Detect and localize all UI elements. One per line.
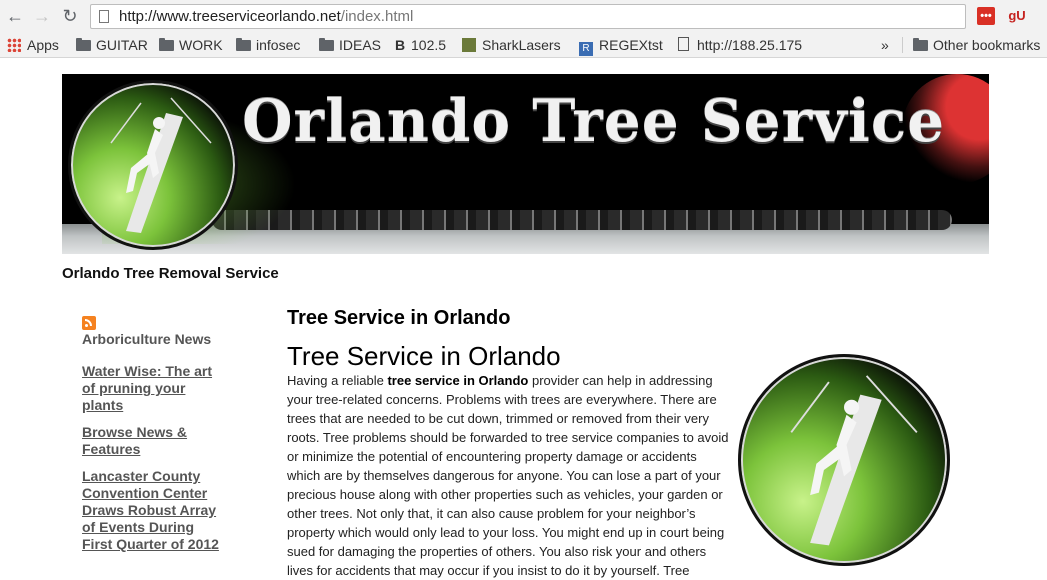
news-link[interactable]: Lancaster County Convention Center Draws… bbox=[82, 468, 222, 553]
back-arrow-icon[interactable]: ← bbox=[4, 5, 26, 27]
page-icon bbox=[99, 10, 109, 23]
r-icon: R bbox=[579, 42, 593, 56]
news-link[interactable]: Browse News & Features bbox=[82, 424, 222, 458]
bookmark-apps[interactable]: Apps bbox=[7, 36, 59, 54]
tree-climber-logo bbox=[68, 80, 238, 250]
bookmark-label: WORK bbox=[179, 37, 223, 53]
section-title: Tree Service in Orlando bbox=[287, 307, 511, 329]
tree-climber-silhouette-icon bbox=[110, 97, 212, 233]
extension-dots-icon[interactable]: ••• bbox=[977, 7, 995, 25]
bookmark-work[interactable]: WORK bbox=[159, 36, 223, 54]
rss-icon[interactable] bbox=[82, 316, 96, 330]
bookmarks-overflow[interactable]: » bbox=[881, 36, 889, 54]
browser-toolbar: ← → ↻ http://www.treeserviceorlando.net/… bbox=[0, 0, 1047, 33]
banner-title: Orlando Tree Service bbox=[242, 87, 946, 155]
bookmark-label: IDEAS bbox=[339, 37, 382, 53]
url-host: http://www.treeserviceorlando.net bbox=[119, 8, 341, 25]
paragraph-keyword: tree service in Orlando bbox=[387, 373, 529, 388]
url-text: http://www.treeserviceorlando.net/index.… bbox=[119, 8, 413, 25]
site-banner[interactable]: Orlando Tree Service bbox=[62, 74, 989, 254]
bookmark-label: REGEXtst bbox=[599, 37, 663, 53]
bookmark-label: http://188.25.175 bbox=[697, 37, 803, 53]
bookmark-ip-link[interactable]: http://188.25.175 bbox=[678, 36, 815, 54]
bookmark-label: Apps bbox=[27, 37, 59, 53]
bookmark-infosec[interactable]: infosec bbox=[236, 36, 300, 54]
folder-icon bbox=[913, 38, 928, 51]
article-paragraph: Having a reliable tree service in Orland… bbox=[287, 371, 733, 580]
bookmark-regextst[interactable]: R REGEXtst bbox=[579, 36, 663, 56]
article-logo-image bbox=[738, 354, 950, 566]
tree-climber-silhouette-icon bbox=[790, 375, 918, 546]
bookmark-label: Other bookmarks bbox=[933, 37, 1041, 53]
folder-icon bbox=[159, 38, 174, 51]
paragraph-rest: provider can help in addressing your tre… bbox=[287, 373, 729, 578]
bookmark-label: GUITAR bbox=[96, 37, 148, 53]
bookmark-ideas[interactable]: IDEAS bbox=[319, 36, 381, 54]
bookmark-label: SharkLasers bbox=[482, 37, 561, 53]
url-path: /index.html bbox=[340, 8, 414, 25]
bookmark-divider bbox=[902, 37, 903, 53]
bookmark-1025[interactable]: B 102.5 bbox=[395, 36, 446, 54]
sharklasers-icon bbox=[462, 38, 476, 52]
folder-icon bbox=[319, 38, 334, 51]
b-icon: B bbox=[395, 37, 406, 53]
bookmark-label: infosec bbox=[256, 37, 301, 53]
paragraph-start: Having a reliable bbox=[287, 373, 388, 388]
bookmarks-bar: Apps GUITAR WORK infosec IDEAS B 102.5 Sh… bbox=[0, 33, 1047, 58]
forward-arrow-icon[interactable]: → bbox=[31, 5, 53, 27]
news-link[interactable]: Water Wise: The art of pruning your plan… bbox=[82, 363, 222, 414]
site-tagline: Orlando Tree Removal Service bbox=[62, 265, 279, 282]
bookmark-guitar[interactable]: GUITAR bbox=[76, 36, 148, 54]
apps-grid-icon bbox=[7, 38, 21, 52]
address-bar[interactable]: http://www.treeserviceorlando.net/index.… bbox=[90, 4, 966, 29]
page-icon bbox=[678, 37, 689, 51]
extension-gu-icon[interactable]: gU bbox=[1008, 7, 1026, 25]
folder-icon bbox=[236, 38, 251, 51]
bookmark-other-bookmarks[interactable]: Other bookmarks bbox=[913, 36, 1040, 54]
bookmark-label: 102.5 bbox=[411, 37, 447, 53]
reload-icon[interactable]: ↻ bbox=[59, 5, 81, 27]
saw-chain bbox=[212, 210, 952, 230]
folder-icon bbox=[76, 38, 91, 51]
sidebar-title: Arboriculture News bbox=[82, 331, 212, 347]
page-heading: Tree Service in Orlando bbox=[287, 341, 561, 371]
news-list: Water Wise: The art of pruning your plan… bbox=[82, 363, 222, 563]
bookmark-sharklasers[interactable]: SharkLasers bbox=[462, 36, 561, 54]
